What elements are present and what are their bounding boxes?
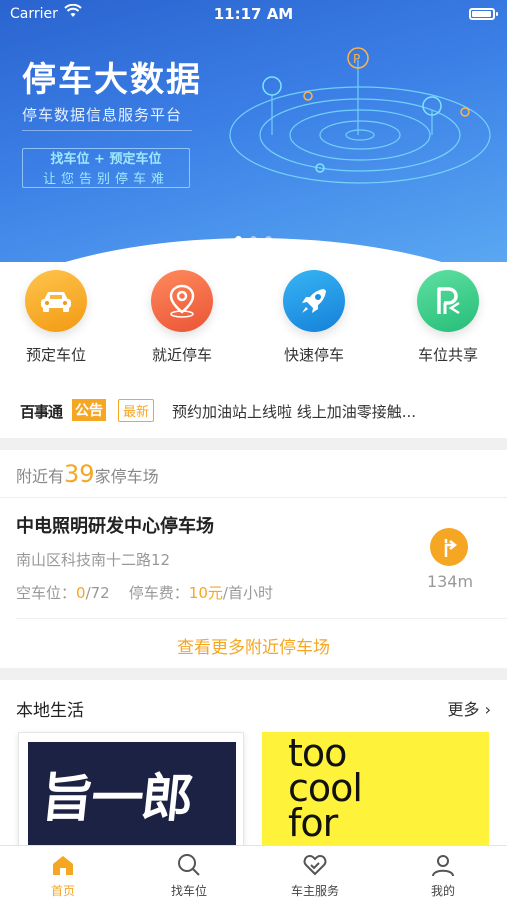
lot-distance: 134m — [426, 572, 474, 591]
local-life-section: 本地生活 更多 › 旨一郎 too cool for — [0, 680, 507, 845]
tab-home[interactable]: 首页 — [0, 852, 126, 899]
spot-share-button[interactable]: 车位共享 — [388, 270, 507, 365]
nearby-suffix: 家停车场 — [94, 467, 159, 486]
tab-find-spot[interactable]: 找车位 — [126, 852, 252, 899]
parking-share-icon — [417, 270, 479, 332]
status-bar: Carrier 11:17 AM — [0, 0, 507, 30]
quick-parking-button[interactable]: 快速停车 — [254, 270, 374, 365]
page-dot[interactable] — [250, 236, 257, 243]
svg-text:P: P — [353, 52, 360, 66]
nearby-count-header: 附近有39家停车场 — [16, 460, 159, 488]
local-card-promo[interactable]: too cool for — [262, 732, 489, 845]
lot-availability: 空车位：0/72 停车费：10元/首小时 — [16, 582, 273, 603]
promo-line: for — [288, 801, 338, 845]
nearby-parking-label: 就近停车 — [151, 346, 212, 364]
nearby-count: 39 — [64, 460, 95, 488]
card-calligraphy: 旨一郎 — [38, 768, 195, 829]
user-icon — [380, 852, 506, 878]
lot-address: 南山区科技南十二路12 — [16, 551, 171, 569]
total-spots: /72 — [85, 584, 110, 602]
tab-home-label: 首页 — [50, 884, 75, 898]
more-link[interactable]: 更多 › — [448, 696, 492, 720]
divider — [0, 497, 507, 498]
announcement-text[interactable]: 预约加油站上线啦 线上加油零接触... — [172, 401, 416, 422]
free-spots-label: 空车位： — [16, 584, 77, 602]
banner-slogan-primary: 找车位 + 预定车位 — [50, 152, 162, 167]
divider — [16, 618, 507, 619]
divider — [22, 130, 192, 131]
local-card-restaurant[interactable]: 旨一郎 — [18, 732, 244, 845]
lot-name: 中电照明研发中心停车场 — [16, 516, 214, 537]
tab-profile[interactable]: 我的 — [380, 852, 506, 899]
fee-value: 10元 — [188, 584, 223, 602]
fee-unit: /首小时 — [222, 584, 273, 602]
page-dot-active[interactable] — [235, 236, 242, 243]
page-dot[interactable] — [265, 236, 272, 243]
location-pin-icon — [151, 270, 213, 332]
banner-slogan-secondary: 让您告别停车难 — [42, 172, 169, 187]
page-indicator — [0, 228, 507, 247]
home-icon — [0, 852, 126, 878]
reserve-spot-button[interactable]: 预定车位 — [0, 270, 116, 365]
view-more-parking-link[interactable]: 查看更多附近停车场 — [0, 633, 507, 658]
banner-title: 停车大数据 — [22, 60, 202, 100]
more-label: 更多 — [447, 700, 480, 719]
brand-logo-text: 百事通 — [20, 403, 63, 421]
announcement-tag: 公告 — [72, 399, 106, 421]
quick-actions: 预定车位 就近停车 快速停车 车位共享 — [0, 262, 507, 382]
latest-badge: 最新 — [118, 399, 155, 422]
announcement-bar[interactable]: 百事通 公告 最新 预约加油站上线啦 线上加油零接触... — [0, 382, 507, 438]
free-spots-value: 0 — [76, 584, 86, 602]
fee-label: 停车费： — [128, 584, 189, 602]
banner-subtitle: 停车数据信息服务平台 — [22, 106, 183, 124]
battery-icon — [469, 8, 498, 20]
rocket-icon — [283, 270, 345, 332]
car-icon — [25, 270, 87, 332]
chevron-right-icon: › — [479, 700, 491, 719]
section-title: 本地生活 — [16, 701, 84, 721]
spot-share-label: 车位共享 — [417, 346, 478, 364]
card-promo-text: too cool for — [288, 734, 363, 845]
search-icon — [126, 852, 252, 878]
quick-parking-label: 快速停车 — [283, 346, 344, 364]
heart-service-icon — [252, 852, 378, 878]
navigation-arrow-icon — [444, 539, 458, 557]
banner-carousel[interactable]: Carrier 11:17 AM 停车大数据 停车数据信息服务平台 找车位 + … — [0, 0, 507, 262]
home-screen: Carrier 11:17 AM 停车大数据 停车数据信息服务平台 找车位 + … — [0, 0, 507, 900]
clock: 11:17 AM — [213, 5, 294, 23]
nearby-prefix: 附近有 — [16, 467, 65, 486]
tab-owner-service-label: 车主服务 — [290, 884, 339, 898]
parking-radar-illustration: P — [229, 47, 491, 184]
nearby-parking-button[interactable]: 就近停车 — [122, 270, 242, 365]
bottom-tab-bar: 首页 找车位 车主服务 我的 — [0, 845, 507, 900]
navigate-button[interactable] — [430, 528, 468, 566]
tab-find-spot-label: 找车位 — [170, 884, 207, 898]
reserve-spot-label: 预定车位 — [25, 346, 86, 364]
tab-owner-service[interactable]: 车主服务 — [252, 852, 378, 899]
tab-profile-label: 我的 — [430, 884, 455, 898]
nearby-parking-section: 附近有39家停车场 中电照明研发中心停车场 南山区科技南十二路12 空车位：0/… — [0, 450, 507, 668]
